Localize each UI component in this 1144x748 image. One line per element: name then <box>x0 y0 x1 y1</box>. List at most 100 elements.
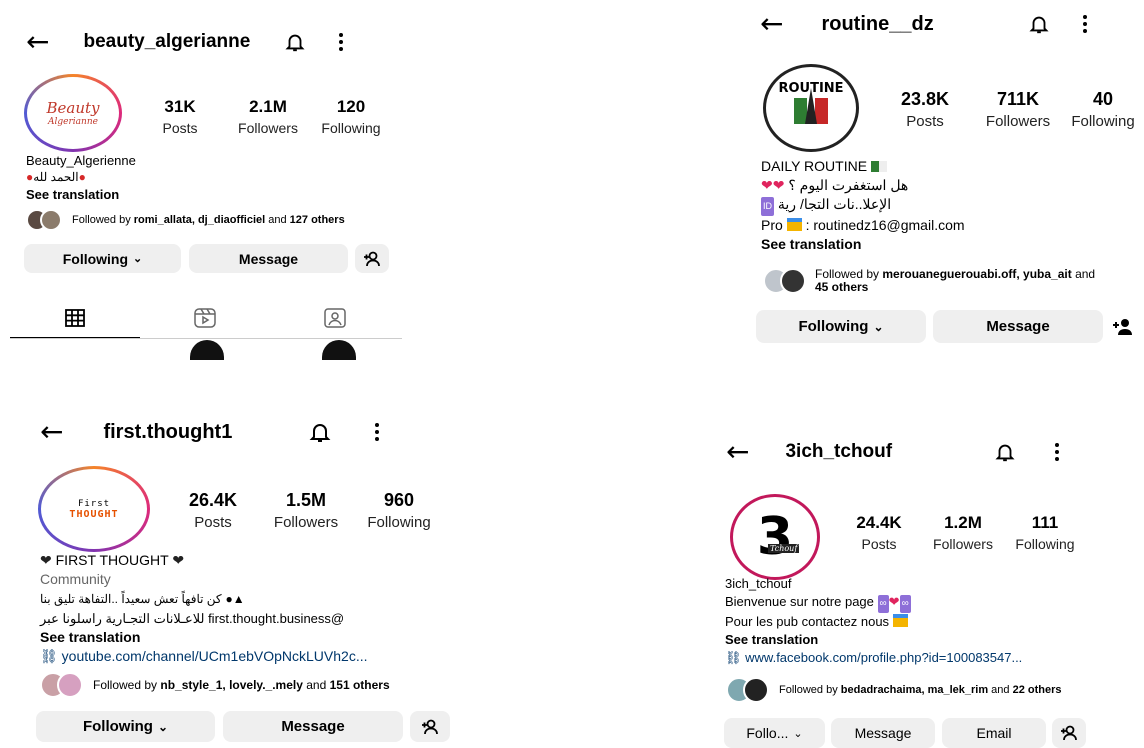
message-button[interactable]: Message <box>189 244 348 273</box>
follower-avatar <box>57 672 83 698</box>
following-button[interactable]: Following ⌄ <box>36 711 215 742</box>
see-translation-link[interactable]: See translation <box>761 235 1131 254</box>
red-circle-icon: ● <box>78 170 86 184</box>
profile-name: DAILY ROUTINE <box>761 157 1131 176</box>
heart-icon: ❤❤ <box>761 177 785 193</box>
chevron-down-icon: ⌄ <box>133 253 143 265</box>
following-stat[interactable]: 960 Following <box>362 490 436 531</box>
black-heart-icon: ❤ <box>172 552 185 568</box>
avatar-logo-text: First <box>77 498 111 509</box>
back-arrow-icon[interactable]: ← <box>726 438 749 466</box>
following-stat[interactable]: 40 Following <box>1066 89 1140 130</box>
username-title: beauty_algerianne <box>83 31 251 52</box>
profile-panel-beauty-algerianne: ← beauty_algerianne Beauty Algerianne 31… <box>0 0 402 360</box>
message-button[interactable]: Message <box>223 711 403 742</box>
see-translation-link[interactable]: See translation <box>40 628 450 647</box>
followed-by[interactable]: Followed by nb_style_1, lovely._.mely an… <box>40 672 423 698</box>
following-button[interactable]: Follo... ⌄ <box>724 718 825 748</box>
more-options-icon[interactable] <box>1054 442 1060 462</box>
username-title: routine__dz <box>821 12 934 35</box>
chevron-down-icon: ⌄ <box>793 727 803 740</box>
profile-panel-3ich-tchouf: ← 3ich_tchouf 3 Tchouf 24.4K Posts 1.2M Fo… <box>710 420 1144 748</box>
svg-text:ROUTINE: ROUTINE <box>778 81 843 96</box>
profile-tabs <box>10 298 402 338</box>
profile-panel-routine-dz: ← routine__dz ROUTINE 23.8K Posts 711K Fol… <box>740 0 1144 360</box>
avatar-logo-subtext: THOUGHT <box>69 508 119 520</box>
email-button[interactable]: Email <box>942 718 1046 748</box>
profile-link[interactable]: ⛓ youtube.com/channel/UCm1ebVOpNckLUVh2c… <box>40 647 450 666</box>
profile-stats: 26.4K Posts 1.5M Followers 960 Following <box>180 490 436 531</box>
add-person-icon[interactable] <box>410 711 450 742</box>
see-translation-link[interactable]: See translation <box>725 631 1140 649</box>
back-arrow-icon[interactable]: ← <box>26 28 49 56</box>
bio-line: كن تافهاً تعش سعيداً ..التفاهة تليق بنا … <box>40 592 245 606</box>
story-thumb[interactable] <box>190 340 224 360</box>
following-stat[interactable]: 111 Following <box>1010 513 1080 552</box>
message-button[interactable]: Message <box>831 718 935 748</box>
profile-avatar[interactable]: 3 Tchouf <box>730 494 820 580</box>
profile-link[interactable]: ⛓ www.facebook.com/profile.php?id=100083… <box>725 649 1140 667</box>
add-person-icon[interactable] <box>355 244 389 273</box>
story-thumb[interactable] <box>322 340 356 360</box>
profile-category: Community <box>40 571 111 587</box>
profile-stats: 24.4K Posts 1.2M Followers 111 Following <box>846 513 1080 552</box>
username-title: 3ich_tchouf <box>785 441 893 462</box>
bio-line: Pour les pub contactez nous <box>725 613 1140 631</box>
divider <box>10 338 402 339</box>
profile-avatar[interactable]: Beauty Algerianne <box>24 74 122 152</box>
avatar-logo-text: 3 <box>756 507 794 567</box>
posts-stat[interactable]: 23.8K Posts <box>892 89 958 130</box>
back-arrow-icon[interactable]: ← <box>40 418 63 446</box>
message-button[interactable]: Message <box>933 310 1103 343</box>
profile-avatar[interactable]: ROUTINE <box>763 64 859 152</box>
follower-avatar <box>780 268 806 294</box>
posts-stat[interactable]: 24.4K Posts <box>846 513 912 552</box>
more-options-icon[interactable] <box>1082 14 1088 34</box>
bio-line: Bienvenue sur notre page ∞ ❤ ∞ <box>725 593 1140 613</box>
infinity-icon: ∞ <box>899 595 911 613</box>
profile-name: ❤ FIRST THOUGHT ❤ <box>40 552 185 568</box>
tagged-icon <box>324 308 346 328</box>
profile-avatar[interactable]: First THOUGHT <box>38 466 150 552</box>
bio-line: Pro : routinedz16@gmail.com <box>761 217 965 233</box>
tab-tagged[interactable] <box>270 298 400 338</box>
more-options-icon[interactable] <box>374 422 380 442</box>
followed-by[interactable]: Followed by merouaneguerouabi.off, yuba_… <box>763 268 1135 294</box>
infinity-icon: ∞ <box>877 595 889 613</box>
followers-stat[interactable]: 1.2M Followers <box>928 513 998 552</box>
posts-stat[interactable]: 31K Posts <box>156 97 204 136</box>
profile-bio: ❤ FIRST THOUGHT ❤ Community كن تافهاً تع… <box>40 551 450 666</box>
add-person-icon[interactable] <box>1052 718 1086 748</box>
bell-icon[interactable] <box>1028 13 1050 35</box>
bell-icon[interactable] <box>284 31 306 53</box>
profile-panel-first-thought: ← first.thought1 First THOUGHT 26.4K Post… <box>0 400 460 742</box>
reels-icon <box>194 308 216 328</box>
following-button[interactable]: Following ⌄ <box>756 310 926 343</box>
profile-bio: 3ich_tchouf Bienvenue sur notre page ∞ ❤ ∞… <box>725 575 1140 667</box>
bell-icon[interactable] <box>308 420 332 444</box>
tab-grid[interactable] <box>10 298 140 338</box>
see-translation-link[interactable]: See translation <box>26 186 386 203</box>
bio-line: @first.thought.business للاعـلانات التجـ… <box>40 611 345 626</box>
back-arrow-icon[interactable]: ← <box>760 10 783 38</box>
avatar-logo-subtext: Algerianne <box>48 117 98 127</box>
avatar-logo-subtext: Tchouf <box>768 544 800 553</box>
followers-stat[interactable]: 2.1M Followers <box>226 97 310 136</box>
more-options-icon[interactable] <box>338 32 344 52</box>
tab-reels[interactable] <box>140 298 270 338</box>
profile-header: ← 3ich_tchouf <box>726 438 1126 466</box>
followers-stat[interactable]: 711K Followers <box>980 89 1056 130</box>
followed-by[interactable]: Followed by romi_allata, dj_diaofficiel … <box>26 209 352 231</box>
add-person-icon[interactable] <box>1112 318 1134 341</box>
bell-icon[interactable] <box>994 441 1016 463</box>
followers-stat[interactable]: 1.5M Followers <box>268 490 344 531</box>
link-icon: ⛓ <box>40 648 58 664</box>
followed-by[interactable]: Followed by bedadrachaima, ma_lek_rim an… <box>726 677 1099 703</box>
avatar-logo-text: Beauty <box>46 99 100 117</box>
inbox-tray-icon <box>892 614 908 627</box>
profile-bio: Beauty_Algerienne ●الحمد لله● See transl… <box>26 152 386 203</box>
following-stat[interactable]: 120 Following <box>316 97 386 136</box>
posts-stat[interactable]: 26.4K Posts <box>180 490 246 531</box>
follower-avatar <box>40 209 62 231</box>
following-button[interactable]: Following ⌄ <box>24 244 181 273</box>
